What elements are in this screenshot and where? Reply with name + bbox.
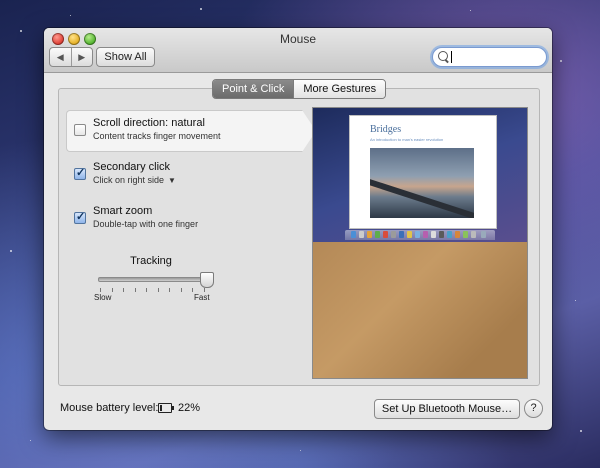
dock-icon [431,231,436,238]
tracking-slow-label: Slow [94,293,112,302]
preview-browser-window: Bridges An introduction to man's easier … [349,115,497,229]
gesture-preview-video: Bridges An introduction to man's easier … [312,107,528,379]
dock-icon [391,231,396,238]
slider-tick [169,288,171,292]
dock-icon [399,231,404,238]
checkmark-icon: ✓ [76,167,86,179]
back-arrow-icon[interactable]: ◀ [50,48,71,66]
preview-page-subtitle: An introduction to man's easier revoluti… [370,137,444,142]
slider-tick [192,288,194,292]
tracking-fast-label: Fast [194,293,210,302]
forward-arrow-icon[interactable]: ▶ [70,48,93,66]
secondary-click-dropdown[interactable]: Click on right side ▼ [93,175,176,185]
scroll-direction-checkbox[interactable] [74,124,86,136]
slider-tick [146,288,148,292]
tracking-slider-track[interactable] [98,277,208,282]
wooden-desk [313,242,527,378]
scroll-direction-label: Scroll direction: natural [93,117,205,129]
show-all-button[interactable]: Show All [96,47,155,67]
magnifier-icon [438,51,448,61]
slider-tick [100,288,101,292]
dock-icon [407,231,412,238]
scroll-direction-description: Content tracks finger movement [93,131,221,141]
back-forward-control: ◀ ▶ [49,47,93,67]
dock-icon [359,231,364,238]
preview-dock [345,230,495,240]
slider-tick [123,288,125,292]
smart-zoom-description: Double-tap with one finger [93,219,199,229]
preview-screen: Bridges An introduction to man's easier … [313,108,527,242]
dock-icon [375,231,380,238]
slider-tick [134,288,136,292]
chevron-down-icon: ▼ [168,176,176,185]
secondary-click-checkbox[interactable]: ✓ [74,167,86,180]
dock-icon [415,231,420,238]
set-up-bluetooth-mouse-button[interactable]: Set Up Bluetooth Mouse… [374,399,520,419]
bridge-deck [370,176,474,218]
secondary-click-selected-value: Click on right side [93,175,165,185]
battery-fill [160,405,163,411]
search-input[interactable] [451,51,452,63]
secondary-click-label: Secondary click [93,161,171,173]
tab-point-and-click[interactable]: Point & Click [213,80,294,98]
mouse-preferences-window: Mouse ◀ ▶ Show All Point & Click More Ge… [44,28,552,430]
slider-tick [157,288,159,292]
dock-icon [455,231,460,238]
tab-more-gestures[interactable]: More Gestures [293,80,386,98]
dock-icon [367,231,372,238]
slider-tick [204,288,205,292]
bridge-photo [370,148,474,218]
tab-bar: Point & Click More Gestures [212,79,387,99]
dock-icon [351,231,356,238]
search-field[interactable] [432,47,547,67]
title-bar: Mouse ◀ ▶ Show All [44,28,552,73]
battery-icon [158,403,174,413]
slider-tick [180,288,182,292]
dock-icon [463,231,468,238]
preview-page-title: Bridges [370,124,402,135]
dock-icon [423,231,428,238]
tracking-slider-knob[interactable] [200,272,214,288]
help-button[interactable]: ? [524,399,543,418]
checkmark-icon: ✓ [76,211,86,223]
trash-icon [481,231,486,238]
dock-icon [439,231,444,238]
dock-icon [471,231,476,238]
tracking-label: Tracking [130,255,172,267]
window-title: Mouse [279,32,317,46]
smart-zoom-label: Smart zoom [93,205,153,217]
battery-level-value: 22% [178,402,201,414]
dock-icon [383,231,388,238]
dock-icon [447,231,452,238]
slider-tick [111,288,113,292]
smart-zoom-checkbox[interactable]: ✓ [74,211,86,224]
battery-level-label: Mouse battery level: [60,402,159,414]
